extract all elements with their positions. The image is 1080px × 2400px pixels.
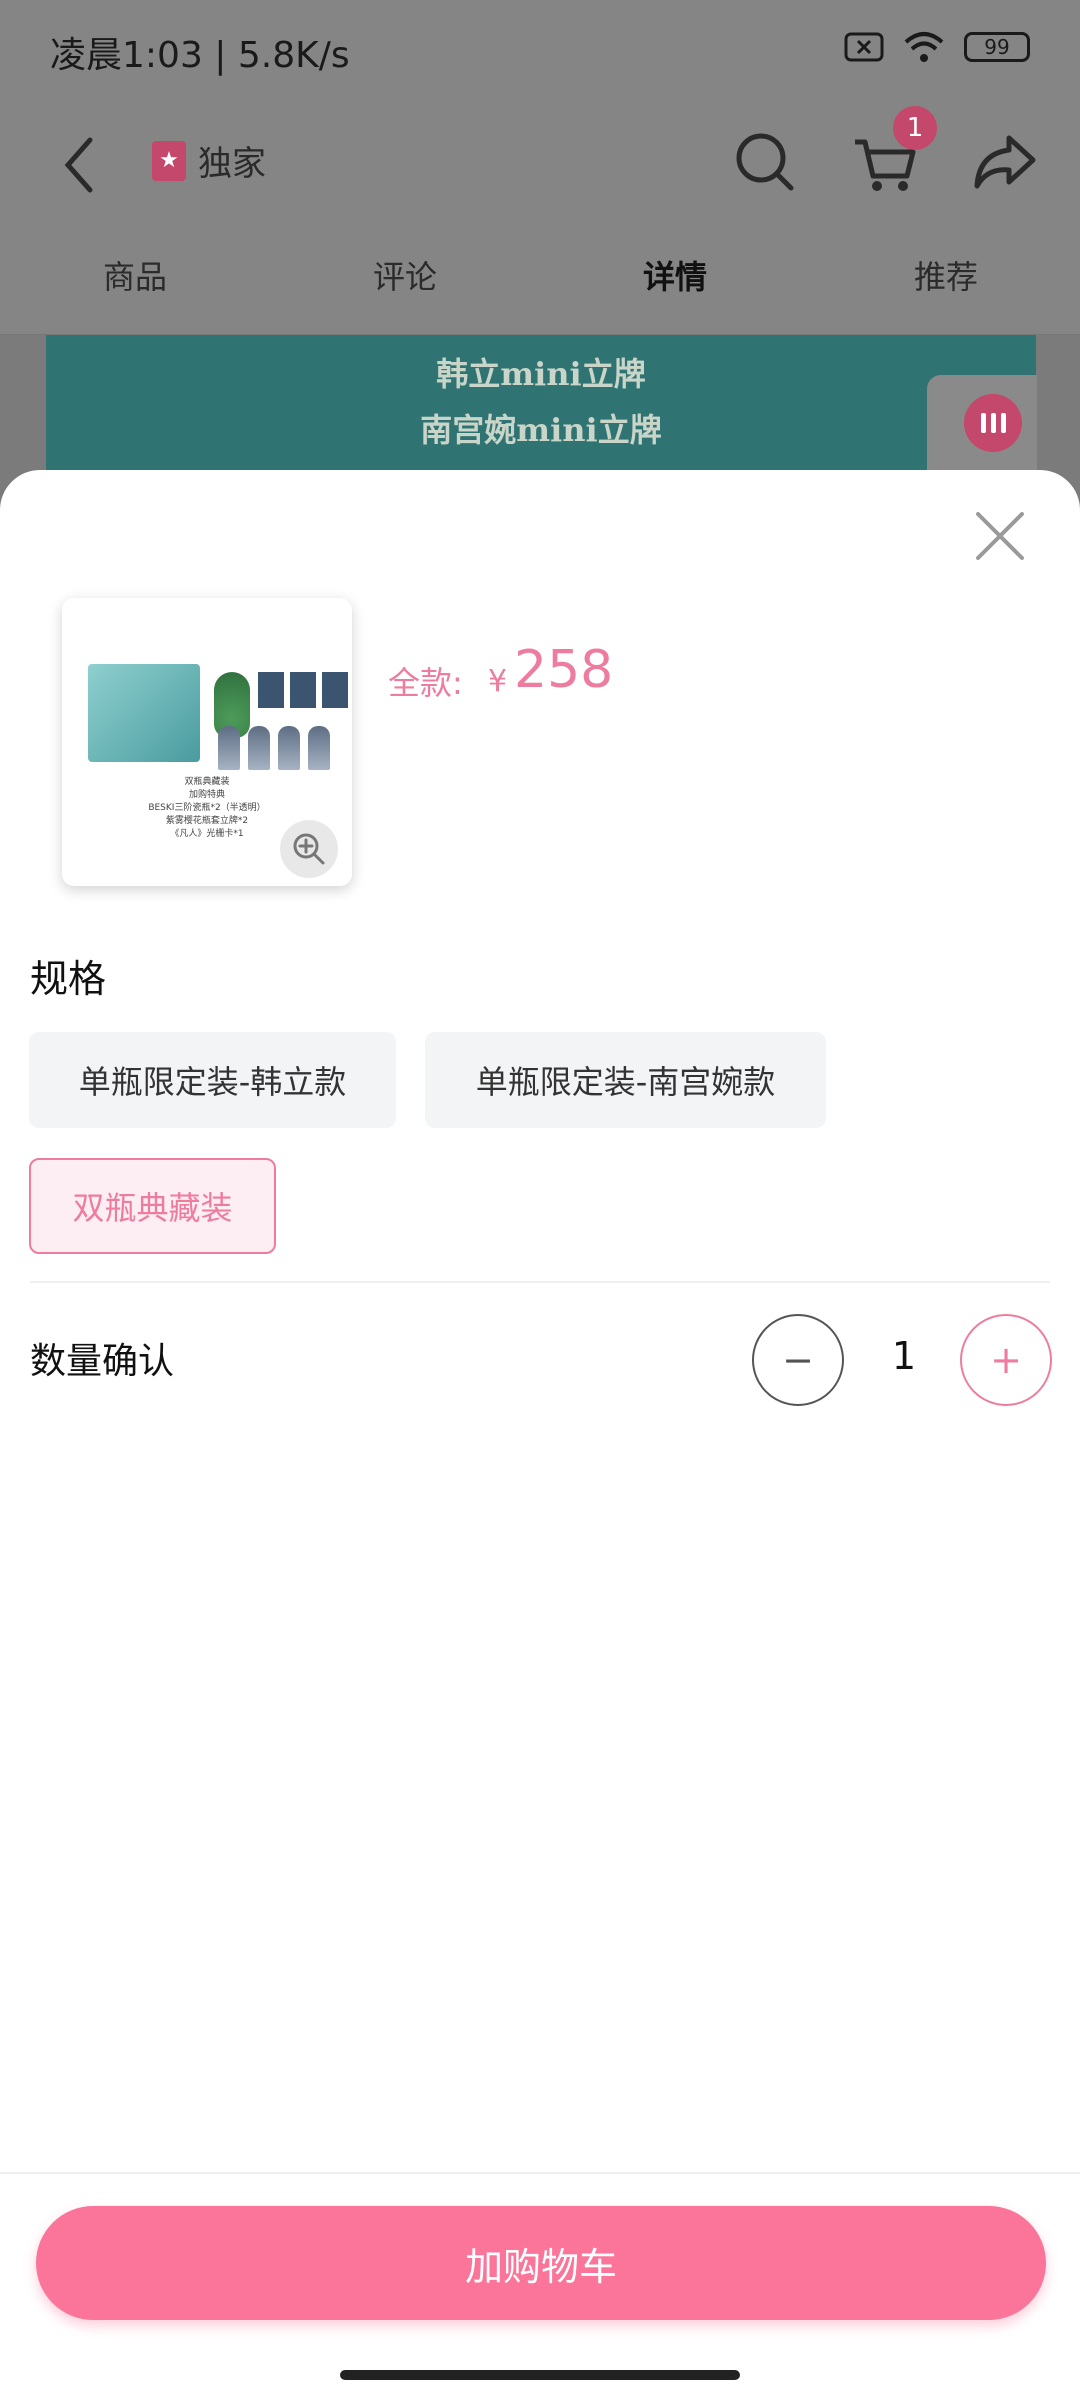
banner-line-2: 南宫婉mini立牌 <box>420 411 662 449</box>
option-double-collector[interactable]: 双瓶典藏装 <box>29 1158 276 1254</box>
thumbnail-figures <box>218 726 330 770</box>
spec-title: 规格 <box>30 957 107 1001</box>
status-time: 凌晨1:03 | 5.8K/s <box>50 35 350 76</box>
audio-bars-icon[interactable] <box>964 394 1022 452</box>
tab-product[interactable]: 商品 <box>65 252 205 298</box>
divider <box>30 1281 1050 1283</box>
home-indicator[interactable] <box>340 2370 740 2380</box>
exclusive-label: 独家 <box>198 144 266 184</box>
add-to-cart-button[interactable]: 加购物车 <box>36 2206 1046 2320</box>
thumbnail-caption-line: 加购特典 <box>188 790 225 800</box>
bottom-divider <box>0 2172 1080 2174</box>
close-icon[interactable] <box>970 506 1030 566</box>
quantity-decrease-button[interactable]: − <box>752 1314 844 1406</box>
price-currency: ¥ <box>488 664 508 699</box>
search-icon[interactable] <box>725 122 805 202</box>
quantity-title: 数量确认 <box>30 1341 175 1382</box>
quantity-value: 1 <box>891 1334 917 1378</box>
status-icons: 99 <box>844 30 1030 64</box>
banner-line-1: 韩立mini立牌 <box>436 355 646 393</box>
tab-details[interactable]: 详情 <box>605 252 745 298</box>
thumbnail-caption-line: 双瓶典藏装 <box>184 777 230 787</box>
option-single-hanli[interactable]: 单瓶限定装-韩立款 <box>29 1032 396 1128</box>
tab-recommend[interactable]: 推荐 <box>876 252 1016 298</box>
thumbnail-gift-box <box>88 664 200 762</box>
thumbnail-caption-line: BESKI三阶瓷瓶*2（半透明） <box>148 803 266 813</box>
status-bar: 凌晨1:03 | 5.8K/s 99 <box>0 0 1080 100</box>
option-single-nangongwan[interactable]: 单瓶限定装-南宫婉款 <box>425 1032 826 1128</box>
sku-bottom-sheet: 双瓶典藏装 加购特典 BESKI三阶瓷瓶*2（半透明） 紫雾樱花瓶套立牌*2 《… <box>0 470 1080 2400</box>
battery-icon: 99 <box>964 32 1030 62</box>
tab-reviews[interactable]: 评论 <box>335 252 475 298</box>
product-thumbnail[interactable]: 双瓶典藏装 加购特典 BESKI三阶瓷瓶*2（半透明） 紫雾樱花瓶套立牌*2 《… <box>62 598 352 886</box>
bookmark-icon: ★ <box>152 140 186 181</box>
sim-off-icon <box>844 32 884 62</box>
price-label: 全款: <box>388 664 463 702</box>
exclusive-tag: ★ 独家 <box>152 136 266 185</box>
price-value: 258 <box>514 640 614 700</box>
wifi-icon <box>904 32 944 62</box>
zoom-in-icon[interactable] <box>280 820 338 878</box>
cart-badge: 1 <box>893 106 937 150</box>
section-tabs: 商品 评论 详情 推荐 <box>0 230 1080 335</box>
thumbnail-cards <box>258 672 348 708</box>
quantity-increase-button[interactable]: + <box>960 1314 1052 1406</box>
share-icon[interactable] <box>965 122 1045 202</box>
detail-banner: 韩立mini立牌 南宫婉mini立牌 <box>46 335 1036 475</box>
back-icon[interactable] <box>50 130 110 200</box>
